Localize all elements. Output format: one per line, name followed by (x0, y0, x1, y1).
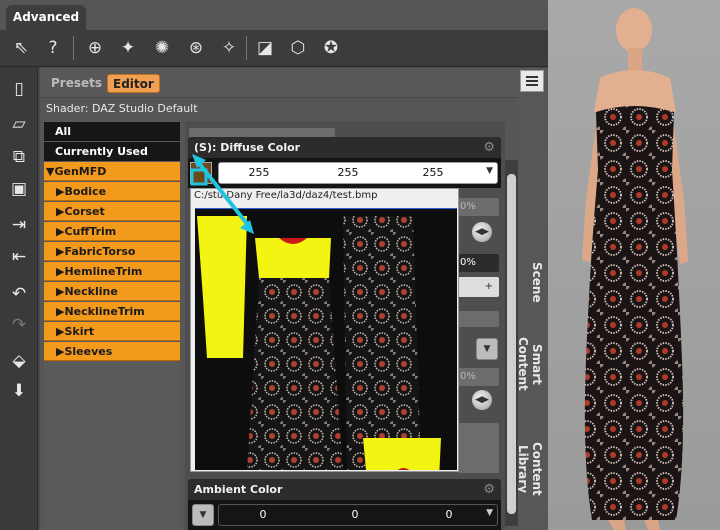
ambient-g-value: 0 (351, 508, 359, 521)
chevron-down-icon[interactable]: ▼ (486, 508, 493, 518)
diffuse-b-value: 255 (422, 166, 444, 179)
dial-knob[interactable]: ◀▶ (472, 390, 492, 410)
panel-menu-button[interactable] (520, 70, 544, 92)
figure-render (582, 8, 688, 530)
flashlight-icon[interactable]: ✧ (216, 35, 242, 61)
category-cufftrim[interactable]: ▶CuffTrim (44, 222, 180, 241)
spotlight-icon[interactable]: ✦ (115, 35, 141, 61)
new-file-icon[interactable]: ▯ (6, 77, 32, 101)
category-fabrictorso[interactable]: ▶FabricTorso (44, 242, 180, 261)
property-percent-2: 0% (458, 254, 499, 272)
main-toolbar: ⇖ ? ⊕ ✦ ✺ ⊛ ✧ ◪ ⬡ ✪ (0, 30, 548, 67)
undo-icon[interactable]: ↶ (6, 282, 32, 306)
primitive-icon[interactable]: ⬡ (285, 35, 311, 61)
pointer-help-icon[interactable]: ⇖ (8, 35, 34, 61)
diffuse-g-value: 255 (337, 166, 359, 179)
ambient-color-title: Ambient Color (194, 483, 283, 496)
side-tab-smart-content[interactable]: Smart Content (516, 318, 544, 410)
category-all[interactable]: All (44, 122, 180, 141)
dial-knob[interactable]: ◀▶ (472, 222, 492, 242)
tab-editor[interactable]: Editor (107, 74, 160, 93)
distantlight-icon[interactable]: ⊛ (183, 35, 209, 61)
download-icon[interactable]: ⬇ (6, 379, 32, 403)
plus-icon[interactable]: + (458, 277, 499, 297)
surface-category-list: All Currently Used ▼GenMFD ▶Bodice ▶Cors… (44, 121, 181, 530)
tab-presets[interactable]: Presets (46, 74, 107, 93)
gear-icon[interactable]: ⚙ (483, 479, 495, 500)
node-wand-icon[interactable]: ✪ (318, 35, 344, 61)
scrollbar-thumb[interactable] (507, 174, 516, 514)
camera-icon[interactable]: ◪ (252, 35, 278, 61)
open-icon[interactable]: ▱ (6, 112, 32, 136)
category-hemlinetrim[interactable]: ▶HemlineTrim (44, 262, 180, 281)
editor-scrollbar[interactable] (505, 160, 518, 526)
redo-icon[interactable]: ↷ (6, 313, 32, 337)
save-icon[interactable]: ▣ (6, 177, 32, 201)
chevron-down-icon[interactable]: ▼ (486, 166, 493, 176)
side-tab-content-library[interactable]: Content Library (516, 420, 544, 518)
content-icon[interactable]: ⬙ (6, 349, 32, 373)
category-neckline[interactable]: ▶Neckline (44, 282, 180, 301)
import-icon[interactable]: ⇥ (6, 213, 32, 237)
annotation-arrow-icon (190, 154, 254, 234)
ambient-r-value: 0 (259, 508, 267, 521)
toolbar-separator (246, 36, 247, 60)
ambient-b-value: 0 (445, 508, 453, 521)
chevron-down-icon[interactable]: ▼ (192, 504, 214, 526)
property-percent-3: 0% (458, 368, 499, 386)
top-tab-bar: Advanced (0, 0, 548, 31)
gear-icon[interactable]: ⚙ (483, 137, 495, 158)
ambient-color-row: ▼ 0 0 0 ▼ (188, 500, 501, 530)
camera-add-icon[interactable]: ⊕ (82, 35, 108, 61)
ambient-color-field[interactable]: 0 0 0 ▼ (218, 504, 498, 526)
category-sleeves[interactable]: ▶Sleeves (44, 342, 180, 361)
render-viewport (548, 0, 720, 530)
category-skirt[interactable]: ▶Skirt (44, 322, 180, 341)
category-genmfd[interactable]: ▼GenMFD (44, 162, 180, 181)
menu-icon (526, 76, 538, 78)
export-icon[interactable]: ⇤ (6, 245, 32, 269)
property-header-ghost (458, 311, 499, 327)
category-necklinetrim[interactable]: ▶NecklineTrim (44, 302, 180, 321)
help-icon[interactable]: ? (40, 35, 66, 61)
property-ghost-row (458, 423, 499, 473)
merge-icon[interactable]: ⧉ (6, 145, 32, 169)
tab-advanced[interactable]: Advanced (6, 5, 86, 31)
shader-label: Shader: DAZ Studio Default (46, 102, 198, 115)
panel-tab-strip: Presets Editor (40, 68, 518, 98)
toolbar-separator (73, 36, 74, 60)
property-percent-1: 0% (458, 198, 499, 216)
texture-image (195, 207, 457, 480)
pointlight-icon[interactable]: ✺ (149, 35, 175, 61)
left-toolbar: ▯ ▱ ⧉ ▣ ⇥ ⇤ ↶ ↷ ⬙ ⬇ (0, 67, 38, 530)
category-corset[interactable]: ▶Corset (44, 202, 180, 221)
category-bodice[interactable]: ▶Bodice (44, 182, 180, 201)
side-tab-scene[interactable]: Scene (520, 262, 544, 303)
category-currently-used[interactable]: Currently Used (44, 142, 180, 161)
chevron-down-icon[interactable]: ▼ (476, 338, 498, 360)
ambient-color-header: Ambient Color ⚙ (188, 479, 501, 500)
